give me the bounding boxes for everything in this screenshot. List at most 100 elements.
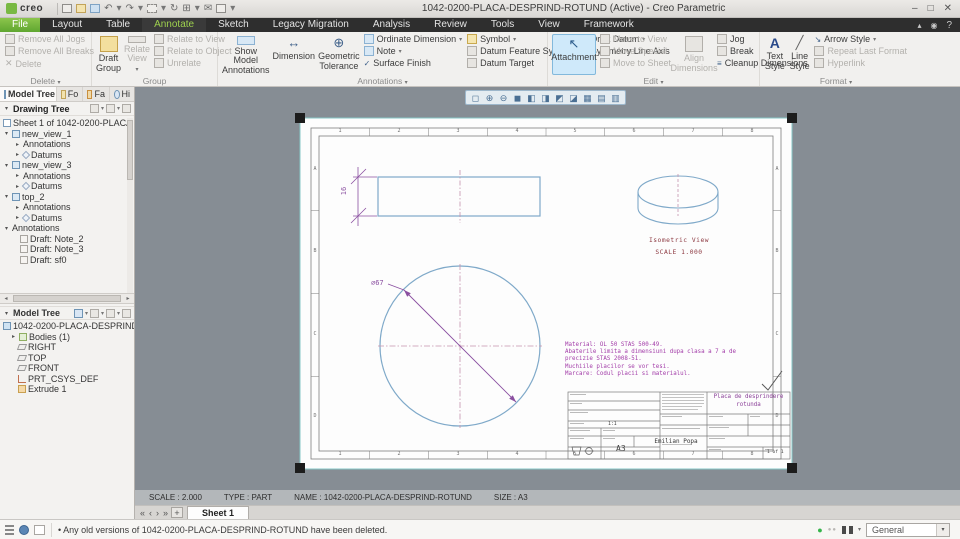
select-caret[interactable]: ▾ <box>161 3 166 15</box>
csys-display-icon[interactable]: ▥ <box>609 92 622 104</box>
note-line[interactable]: Muchiile placilor se vor tesi. <box>565 364 736 371</box>
zoom-box-icon[interactable]: ◻ <box>469 92 482 104</box>
mail-icon[interactable]: ✉ <box>204 3 212 15</box>
tree-row-datums[interactable]: ▸ Datums <box>0 150 128 161</box>
attachment-button[interactable]: ↖ Attachment <box>551 34 597 75</box>
move-special-button[interactable]: Move Special <box>599 46 672 56</box>
tab-history[interactable]: Hi <box>110 87 134 101</box>
collapse-ribbon-icon[interactable]: ▴ <box>917 21 921 30</box>
tree-row-bodies[interactable]: ▸ Bodies (1) <box>0 332 134 343</box>
zoom-out-icon[interactable]: ⊖ <box>497 92 510 104</box>
model-filter-caret[interactable]: ▾ <box>101 310 104 317</box>
note-line[interactable]: Material: OL 50 STAS 500-49. <box>565 342 736 349</box>
tab-layout[interactable]: Layout <box>40 18 94 32</box>
iso-view-scale[interactable]: SCALE 1.000 <box>630 249 728 256</box>
browser-icon[interactable] <box>19 524 29 535</box>
tree-row-datums[interactable]: ▸ Datums <box>0 213 128 224</box>
fullscreen-toggle-icon[interactable] <box>34 524 45 535</box>
sheet-corner-handle[interactable] <box>295 113 305 123</box>
tab-framework[interactable]: Framework <box>572 18 646 32</box>
model-columns-icon[interactable] <box>122 308 131 318</box>
datum-display-icon[interactable]: ◪ <box>567 92 580 104</box>
tree-row-draft-note[interactable]: Draft: Note_2 <box>0 234 128 245</box>
text-style-button[interactable]: A Text Style <box>764 34 786 75</box>
tab-analysis[interactable]: Analysis <box>361 18 422 32</box>
shading-icon[interactable]: ◧ <box>525 92 538 104</box>
first-sheet-icon[interactable]: « <box>139 508 146 518</box>
tree-row-annotations[interactable]: ▸ Annotations <box>0 171 128 182</box>
open-file-icon[interactable] <box>76 4 87 13</box>
sheet-tab[interactable]: Sheet 1 <box>187 506 250 519</box>
tab-table[interactable]: Table <box>94 18 142 32</box>
minimize-button[interactable]: – <box>912 3 918 14</box>
repaint-icon[interactable]: ◼ <box>511 92 524 104</box>
tab-legacy-migration[interactable]: Legacy Migration <box>261 18 361 32</box>
tree-row-plane-right[interactable]: RIGHT <box>0 342 134 353</box>
tree-row-annotations[interactable]: ▸ Annotations <box>0 202 128 213</box>
tree-row-plane-front[interactable]: FRONT <box>0 363 134 374</box>
move-to-view-button[interactable]: Move to View <box>599 34 672 44</box>
model-settings-caret[interactable]: ▾ <box>117 310 120 317</box>
tree-row-sheet[interactable]: Sheet 1 of 1042-0200-PLACA-DESPRIND-RO <box>0 118 128 129</box>
redo-icon[interactable]: ↷ <box>126 3 134 15</box>
annotations-group-label[interactable]: Annotations ▾ <box>218 76 547 86</box>
align-dimensions-button[interactable]: Align Dimensions <box>671 34 718 75</box>
tree-settings-caret[interactable]: ▾ <box>117 105 120 112</box>
remove-all-breaks-button[interactable]: Remove All Breaks <box>4 46 95 56</box>
windows-icon[interactable]: ⊞ <box>182 3 190 15</box>
wireframe-icon[interactable]: ◩ <box>553 92 566 104</box>
tree-settings-icon[interactable] <box>105 104 115 113</box>
ordinate-dimension-button[interactable]: Ordinate Dimension ▾ <box>363 34 464 44</box>
tree-row-plane-top[interactable]: TOP <box>0 353 134 364</box>
tree-row-annotations[interactable]: ▸ Annotations <box>0 139 128 150</box>
remove-all-jogs-button[interactable]: Remove All Jogs <box>4 34 95 44</box>
iso-view-caption[interactable]: Isometric View <box>630 237 728 244</box>
drawing-tree-hscrollbar[interactable]: ◂ ▸ <box>0 293 134 304</box>
arrow-style-button[interactable]: ↘ Arrow Style ▾ <box>813 34 908 44</box>
hyperlink-button[interactable]: Hyperlink <box>813 58 908 68</box>
note-line[interactable]: Marcare: Codul placii si materialul. <box>565 371 736 378</box>
model-filter-icon[interactable] <box>89 308 99 318</box>
sheet-corner-handle[interactable] <box>787 113 797 123</box>
zoom-in-icon[interactable]: ⊕ <box>483 92 496 104</box>
tree-row-part[interactable]: 1042-0200-PLACA-DESPRIND-ROTUND.PRT <box>0 321 134 332</box>
repeat-last-format-button[interactable]: Repeat Last Format <box>813 46 908 56</box>
delete-group-label[interactable]: Delete ▾ <box>0 76 91 86</box>
tab-file[interactable]: File <box>0 18 41 32</box>
scroll-thumb[interactable] <box>13 295 121 302</box>
format-group-label[interactable]: Format ▾ <box>760 76 912 86</box>
geometric-tolerance-button[interactable]: ⊕ Geometric Tolerance <box>318 34 360 75</box>
print-icon[interactable] <box>216 4 227 13</box>
drawing-sheet[interactable] <box>295 113 797 473</box>
sheet-corner-handle[interactable] <box>295 463 305 473</box>
scroll-left-icon[interactable]: ◂ <box>0 295 12 302</box>
qat-customize-caret[interactable]: ▾ <box>230 3 235 15</box>
windows-caret[interactable]: ▾ <box>195 3 200 15</box>
sheet-corner-handle[interactable] <box>787 463 797 473</box>
tree-columns-icon[interactable] <box>122 104 131 113</box>
tab-annotate[interactable]: Annotate <box>142 18 207 32</box>
draft-group-button[interactable]: Draft Group <box>96 34 121 75</box>
prev-sheet-icon[interactable]: ‹ <box>148 508 153 518</box>
tree-filter-icon[interactable] <box>89 104 99 113</box>
delete-button[interactable]: ✕ Delete <box>4 58 95 69</box>
model-tree-show-icon[interactable] <box>73 308 83 318</box>
tree-row-extrude[interactable]: Extrude 1 <box>0 384 134 395</box>
tab-model-tree[interactable]: Model Tree <box>0 87 57 101</box>
dimension-67-text[interactable]: ⌀67 <box>371 279 384 287</box>
graphics-area[interactable]: 1 2 3 4 5 6 7 8 1 2 3 4 5 6 7 8 A B C D … <box>135 87 960 490</box>
model-settings-icon[interactable] <box>105 308 115 318</box>
drawing-tree-collapse-icon[interactable]: ▾ <box>3 105 10 112</box>
tree-filter-caret[interactable]: ▾ <box>101 105 104 112</box>
tree-row-csys[interactable]: PRT_CSYS_DEF <box>0 374 134 385</box>
last-sheet-icon[interactable]: » <box>162 508 169 518</box>
note-line[interactable]: precizie STAS 2008-51. <box>565 356 736 363</box>
tab-favorites[interactable]: Fa <box>83 87 110 101</box>
drawing-notes[interactable]: Material: OL 50 STAS 500-49. Abaterile l… <box>565 342 736 378</box>
model-show-caret[interactable]: ▾ <box>85 310 88 317</box>
app-logo[interactable]: creo <box>0 3 49 14</box>
surface-finish-button[interactable]: ✓ Surface Finish <box>363 58 464 68</box>
regenerate-icon[interactable]: ↻ <box>170 3 178 15</box>
next-sheet-icon[interactable]: › <box>155 508 160 518</box>
axis-display-icon[interactable]: ▤ <box>595 92 608 104</box>
